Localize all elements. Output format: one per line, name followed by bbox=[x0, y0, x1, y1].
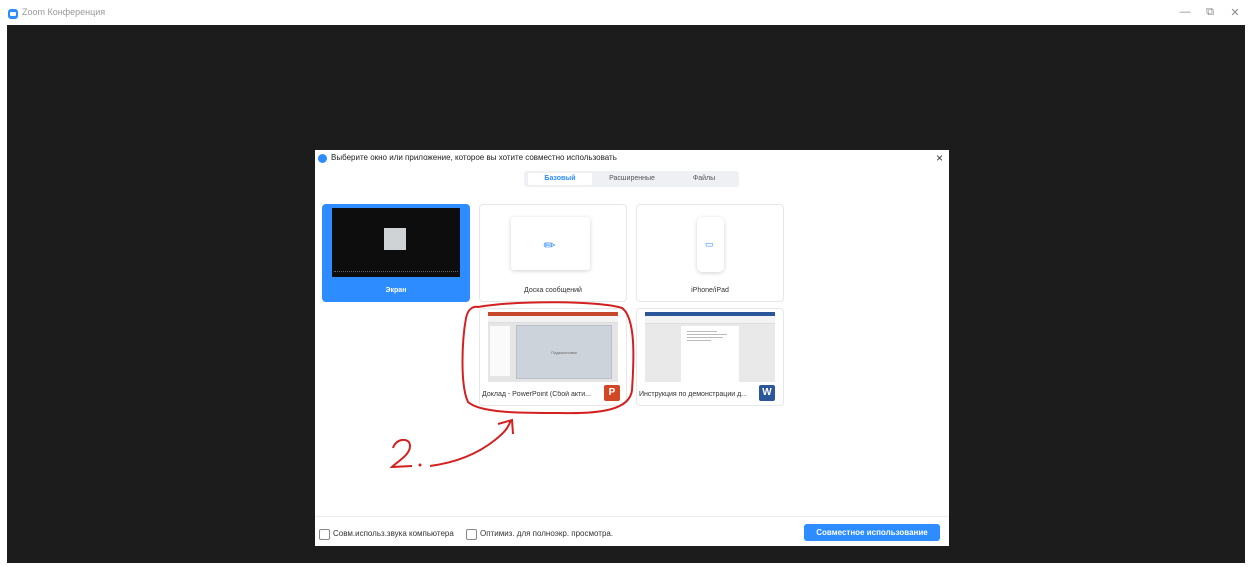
tile-label-whiteboard: Доска сообщений bbox=[524, 287, 582, 294]
text-line bbox=[687, 340, 711, 341]
share-tile-powerpoint[interactable]: Подзаголовок Доклад - PowerPoint (Сбой а… bbox=[479, 308, 627, 406]
share-tile-iphone-ipad[interactable]: ▭ iPhone/iPad bbox=[636, 204, 784, 302]
dialog-title: Выберите окно или приложение, которое вы… bbox=[331, 153, 617, 162]
zoom-logo-icon bbox=[318, 154, 327, 163]
word-icon: W bbox=[759, 385, 775, 401]
screen-thumbnail bbox=[332, 208, 460, 277]
tab-basic[interactable]: Базовый bbox=[528, 173, 592, 185]
share-tile-word[interactable]: Инструкция по демонстрации д... W bbox=[636, 308, 784, 406]
tab-files[interactable]: Файлы bbox=[672, 173, 736, 185]
share-button[interactable]: Совместное использование bbox=[804, 524, 940, 541]
powerpoint-icon: P bbox=[604, 385, 620, 401]
pen-icon: ✎ bbox=[539, 235, 560, 255]
window-titlebar: Zoom Конференция — ⧉ ✕ bbox=[0, 0, 1248, 25]
optimize-video-label[interactable]: Оптимиз. для полноэкр. просмотра. bbox=[480, 529, 613, 538]
share-tabs: Базовый Расширенные Файлы bbox=[524, 171, 739, 187]
word-page bbox=[681, 326, 739, 382]
share-audio-label[interactable]: Совм.использ.звука компьютера bbox=[333, 529, 454, 538]
airplay-icon: ▭ bbox=[705, 239, 714, 249]
tab-advanced[interactable]: Расширенные bbox=[596, 173, 668, 185]
meeting-toolbar-preview bbox=[334, 271, 458, 275]
window-title: Zoom Конференция bbox=[22, 7, 106, 17]
close-window-button[interactable]: ✕ bbox=[1227, 6, 1243, 19]
phone-illustration: ▭ bbox=[697, 217, 724, 272]
tile-label-powerpoint: Доклад - PowerPoint (Сбой акти... bbox=[482, 391, 592, 398]
text-line bbox=[687, 331, 717, 332]
slide-subtitle: Подзаголовок bbox=[551, 350, 577, 355]
footer-divider bbox=[315, 516, 949, 517]
whiteboard-card: ✎ bbox=[511, 217, 590, 270]
share-audio-checkbox[interactable] bbox=[319, 529, 330, 540]
ppt-slide-panel bbox=[490, 326, 510, 376]
tile-label-iphone-ipad: iPhone/iPad bbox=[691, 287, 729, 294]
zoom-logo-icon bbox=[8, 9, 18, 19]
powerpoint-thumbnail: Подзаголовок bbox=[488, 312, 618, 382]
ppt-toolbar bbox=[488, 316, 618, 323]
participant-video bbox=[384, 228, 406, 250]
optimize-video-checkbox[interactable] bbox=[466, 529, 477, 540]
ppt-slide: Подзаголовок bbox=[516, 325, 612, 379]
word-thumbnail bbox=[645, 312, 775, 382]
share-tile-screen[interactable]: Экран bbox=[322, 204, 470, 302]
dialog-close-button[interactable]: × bbox=[936, 151, 943, 165]
text-line bbox=[687, 334, 727, 335]
share-tile-whiteboard[interactable]: ✎ Доска сообщений bbox=[479, 204, 627, 302]
text-line bbox=[687, 337, 723, 338]
share-dialog: Выберите окно или приложение, которое вы… bbox=[315, 150, 949, 546]
restore-button[interactable]: ⧉ bbox=[1202, 6, 1218, 19]
minimize-button[interactable]: — bbox=[1177, 6, 1193, 18]
tile-label-screen: Экран bbox=[385, 287, 407, 294]
tile-label-word: Инструкция по демонстрации д... bbox=[639, 391, 747, 398]
word-toolbar bbox=[645, 316, 775, 324]
